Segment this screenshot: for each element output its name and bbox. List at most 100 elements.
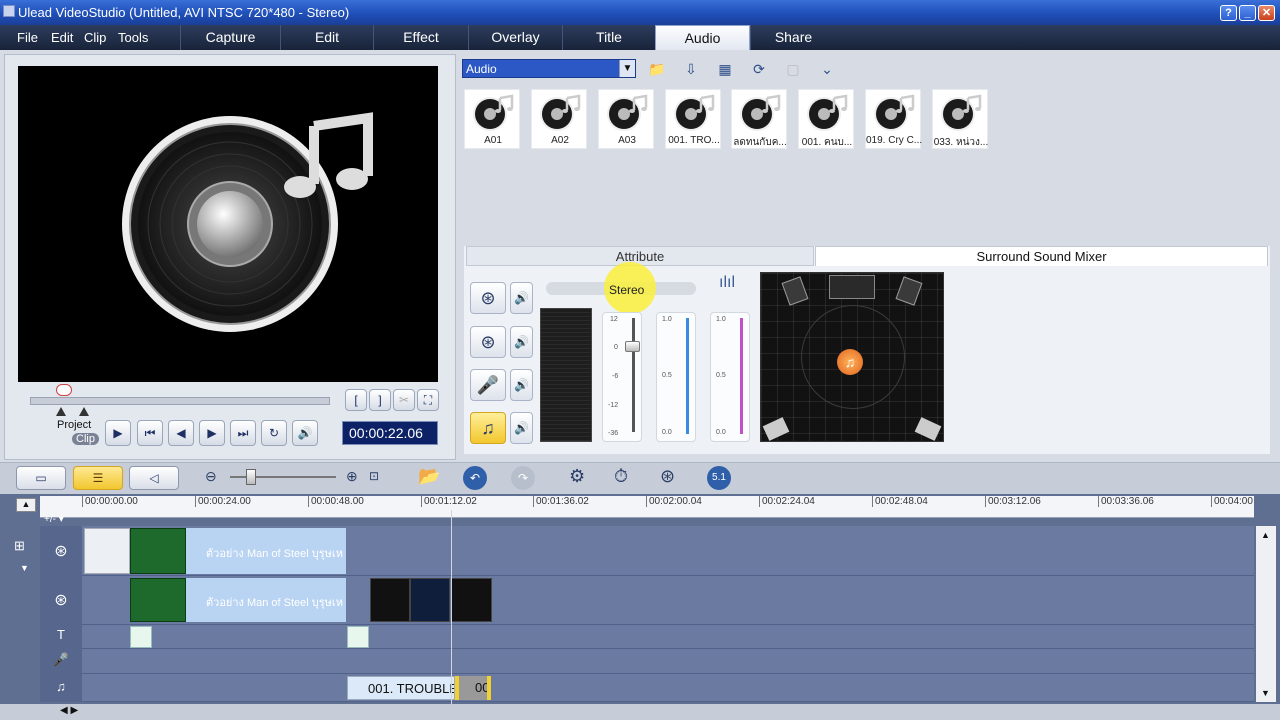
scroll-down-icon[interactable]: ▼	[1261, 688, 1270, 698]
library-item[interactable]: A02	[531, 89, 587, 149]
library-item[interactable]: A03	[598, 89, 654, 149]
playhead-line[interactable]	[451, 510, 452, 704]
horizontal-scrollbar[interactable]	[0, 704, 1280, 720]
previous-frame-button[interactable]: ◀	[168, 420, 194, 446]
video-clip-main[interactable]: ตัวอย่าง Man of Steel บุรุษเห	[186, 528, 346, 574]
library-item[interactable]: 001. คนบ...	[798, 89, 854, 149]
music-clip-selected[interactable]: 00	[455, 676, 491, 700]
zoom-level-dropdown[interactable]: +/- ▾	[44, 514, 64, 525]
cd-ripper-icon[interactable]: ▢	[782, 58, 804, 80]
home-button[interactable]: ⏮	[137, 420, 163, 446]
undo-icon[interactable]: ↶	[463, 466, 487, 490]
overlay-clip-dark-3[interactable]	[451, 578, 492, 622]
enlarge-icon[interactable]: ⛶	[417, 389, 439, 411]
storyboard-view-icon[interactable]: ▭	[16, 466, 66, 490]
speaker-icon[interactable]: 🔊	[510, 412, 533, 444]
play-button[interactable]: ▶	[105, 420, 131, 446]
zoom-out-icon[interactable]: ⊖	[205, 468, 217, 485]
tab-surround-sound-mixer[interactable]: Surround Sound Mixer	[815, 246, 1268, 266]
scrub-bar[interactable]	[30, 397, 330, 405]
minimize-button[interactable]: _	[1239, 5, 1256, 21]
sound-source-knob-icon[interactable]: ♫	[837, 349, 863, 375]
speaker-icon[interactable]: 🔊	[510, 326, 533, 358]
scrub-handle[interactable]	[56, 384, 72, 396]
system-volume-button[interactable]: 🔊	[292, 420, 318, 446]
redo-icon[interactable]: ↷	[511, 466, 535, 490]
cut-clip-icon[interactable]: ✂	[393, 389, 415, 411]
step-share[interactable]: Share	[750, 25, 836, 50]
options-expand-icon[interactable]: ⌄	[816, 58, 838, 80]
voice-track-icon[interactable]: 🎤	[42, 652, 80, 668]
auto-music-icon[interactable]: ⟳	[748, 58, 770, 80]
surround-pad[interactable]: ♫	[760, 272, 944, 442]
scroll-up-icon[interactable]: ▲	[1261, 530, 1270, 540]
trim-end-handle[interactable]	[79, 407, 89, 416]
music-track-icon[interactable]: ♫	[42, 679, 80, 694]
speaker-icon[interactable]: 🔊	[510, 282, 533, 314]
zoom-slider-knob[interactable]	[246, 469, 256, 485]
repeat-button[interactable]: ↻	[261, 420, 287, 446]
end-button[interactable]: ⏭	[230, 420, 256, 446]
timeline-view-icon[interactable]: ☰	[73, 466, 123, 490]
library-dropdown[interactable]: Audio ▼	[462, 59, 636, 78]
library-item[interactable]: 019. Cry C...	[865, 89, 922, 149]
library-manager-icon[interactable]: ▦	[714, 58, 736, 80]
close-button[interactable]: ✕	[1258, 5, 1275, 21]
menu-edit[interactable]: Edit	[51, 30, 73, 45]
help-button[interactable]: ?	[1220, 5, 1237, 21]
overlay-track-mixer-icon[interactable]: ⊛	[470, 326, 506, 358]
overlay-clip-dark-1[interactable]	[370, 578, 410, 622]
title-clip-1[interactable]	[130, 626, 152, 648]
overlay-track-icon[interactable]: ⊛	[42, 590, 80, 610]
step-audio[interactable]: Audio	[655, 25, 750, 50]
trim-start-handle[interactable]	[56, 407, 66, 416]
voice-track-mixer-icon[interactable]: 🎤	[470, 369, 506, 401]
music-track-mixer-icon[interactable]: ♫	[470, 412, 506, 444]
fit-project-icon[interactable]: ⊡	[369, 469, 379, 483]
overlay-clip-dark-2[interactable]	[410, 578, 450, 622]
mark-out-button[interactable]: ]	[369, 389, 391, 411]
library-item[interactable]: 001. TRO...	[665, 89, 721, 149]
timecode-display[interactable]: 00:00:22.06	[342, 421, 438, 445]
video-track-mixer-icon[interactable]: ⊛	[470, 282, 506, 314]
mark-in-button[interactable]: [	[345, 389, 367, 411]
scroll-left-icon[interactable]: ◀ ▶	[60, 705, 78, 716]
menu-file[interactable]: File	[17, 30, 38, 45]
record-capture-icon[interactable]: ⏱	[614, 466, 628, 487]
menu-clip[interactable]: Clip	[84, 30, 106, 45]
overlay-clip-main[interactable]: ตัวอย่าง Man of Steel บุรุษเห	[186, 578, 346, 622]
step-effect[interactable]: Effect	[373, 25, 468, 50]
step-overlay[interactable]: Overlay	[468, 25, 562, 50]
speaker-icon[interactable]: 🔊	[510, 369, 533, 401]
music-clip[interactable]: 001. TROUBLE	[347, 676, 455, 700]
step-edit[interactable]: Edit	[280, 25, 373, 50]
folder-icon[interactable]: 📁	[646, 58, 668, 80]
step-capture[interactable]: Capture	[180, 25, 280, 50]
clip-mode-label[interactable]: Clip	[72, 433, 99, 445]
overlay-clip-green[interactable]	[130, 578, 186, 622]
insert-media-icon[interactable]: 📂	[418, 466, 440, 487]
title-clip-2[interactable]	[347, 626, 369, 648]
project-mode-label[interactable]: Project	[57, 419, 91, 431]
surround-5-1-icon[interactable]: 5.1	[707, 466, 731, 490]
vertical-scrollbar[interactable]	[1256, 526, 1276, 702]
volume-fader-knob[interactable]	[625, 341, 640, 352]
smart-proxy-icon[interactable]: ⚙	[569, 466, 585, 487]
next-frame-button[interactable]: ▶	[199, 420, 225, 446]
audio-view-icon[interactable]: ◁	[129, 466, 179, 490]
title-track-icon[interactable]: T	[42, 627, 80, 642]
stereo-label[interactable]: Stereo	[609, 283, 644, 297]
zoom-in-icon[interactable]: ⊕	[346, 468, 358, 485]
library-item[interactable]: A01	[464, 89, 520, 149]
ripple-editing-icon[interactable]: ⊞	[14, 538, 25, 554]
video-track-icon[interactable]: ⊛	[42, 541, 80, 561]
step-title[interactable]: Title	[562, 25, 655, 50]
menu-tools[interactable]: Tools	[118, 30, 148, 45]
video-clip-white[interactable]	[84, 528, 130, 574]
track-manager-icon[interactable]: ⊛	[660, 466, 675, 487]
surround-toggle-icon[interactable]: ılıl	[702, 274, 752, 300]
library-item[interactable]: 033. หน่วง...	[932, 89, 988, 149]
video-clip-green[interactable]	[130, 528, 186, 574]
collapse-timeline-icon[interactable]: ▲	[16, 498, 36, 512]
library-item[interactable]: ลดทนกับค...	[731, 89, 787, 149]
